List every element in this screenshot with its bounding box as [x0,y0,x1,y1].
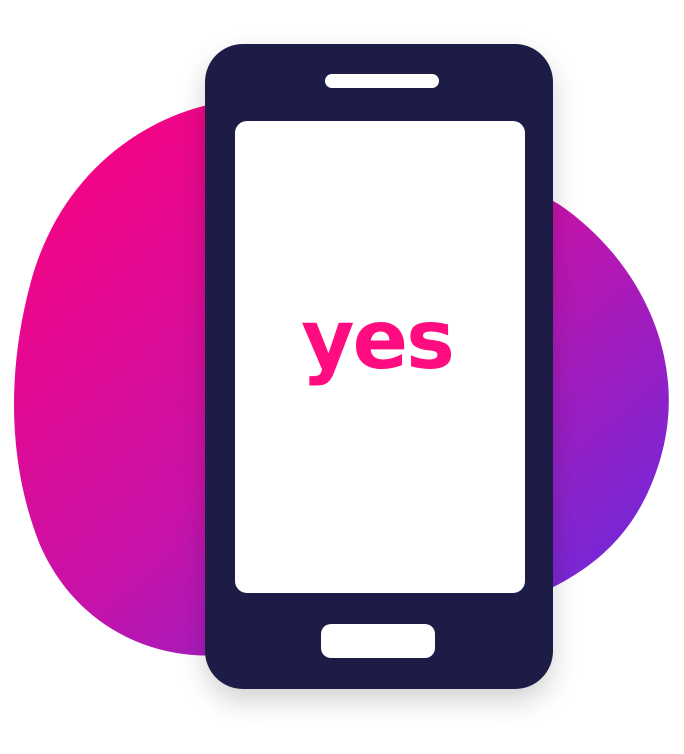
phone-home-button [321,624,435,658]
phone-illustration: yes [0,0,684,754]
brand-logo: yes [301,293,453,388]
illustration-canvas: yes [13,44,669,689]
phone-speaker [325,74,439,88]
